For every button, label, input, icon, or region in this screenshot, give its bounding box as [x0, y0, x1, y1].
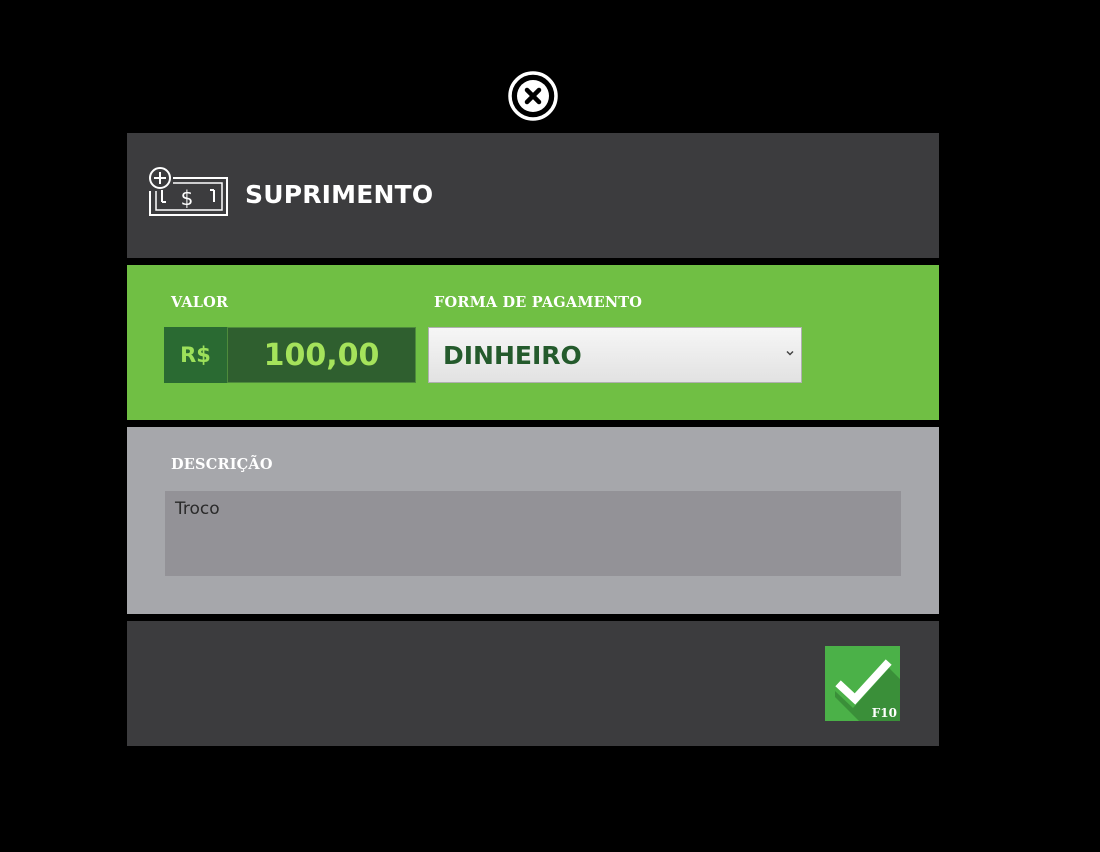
description-section: DESCRIÇÃO Troco: [127, 427, 939, 614]
dialog-title: SUPRIMENTO: [245, 180, 434, 209]
chevron-down-icon: [786, 350, 794, 356]
dialog-header: $ SUPRIMENTO: [127, 133, 939, 258]
close-button[interactable]: [508, 71, 558, 121]
close-circle-icon: [508, 71, 558, 121]
description-label: DESCRIÇÃO: [171, 456, 273, 473]
shortcut-key-label: F10: [871, 706, 897, 720]
payment-method-label: FORMA DE PAGAMENTO: [434, 294, 643, 311]
amount-input[interactable]: [227, 327, 416, 383]
dialog-footer: F10: [127, 621, 939, 746]
valor-label: VALOR: [171, 294, 229, 311]
payment-method-select[interactable]: DINHEIRO: [428, 327, 802, 383]
svg-text:$: $: [181, 186, 194, 210]
cash-add-icon: $: [148, 166, 228, 218]
confirm-button[interactable]: F10: [825, 646, 900, 721]
currency-symbol: R$: [164, 327, 227, 383]
payment-method-value: DINHEIRO: [443, 341, 582, 370]
description-textarea[interactable]: Troco: [165, 491, 901, 576]
value-section: VALOR FORMA DE PAGAMENTO R$ DINHEIRO: [127, 265, 939, 420]
